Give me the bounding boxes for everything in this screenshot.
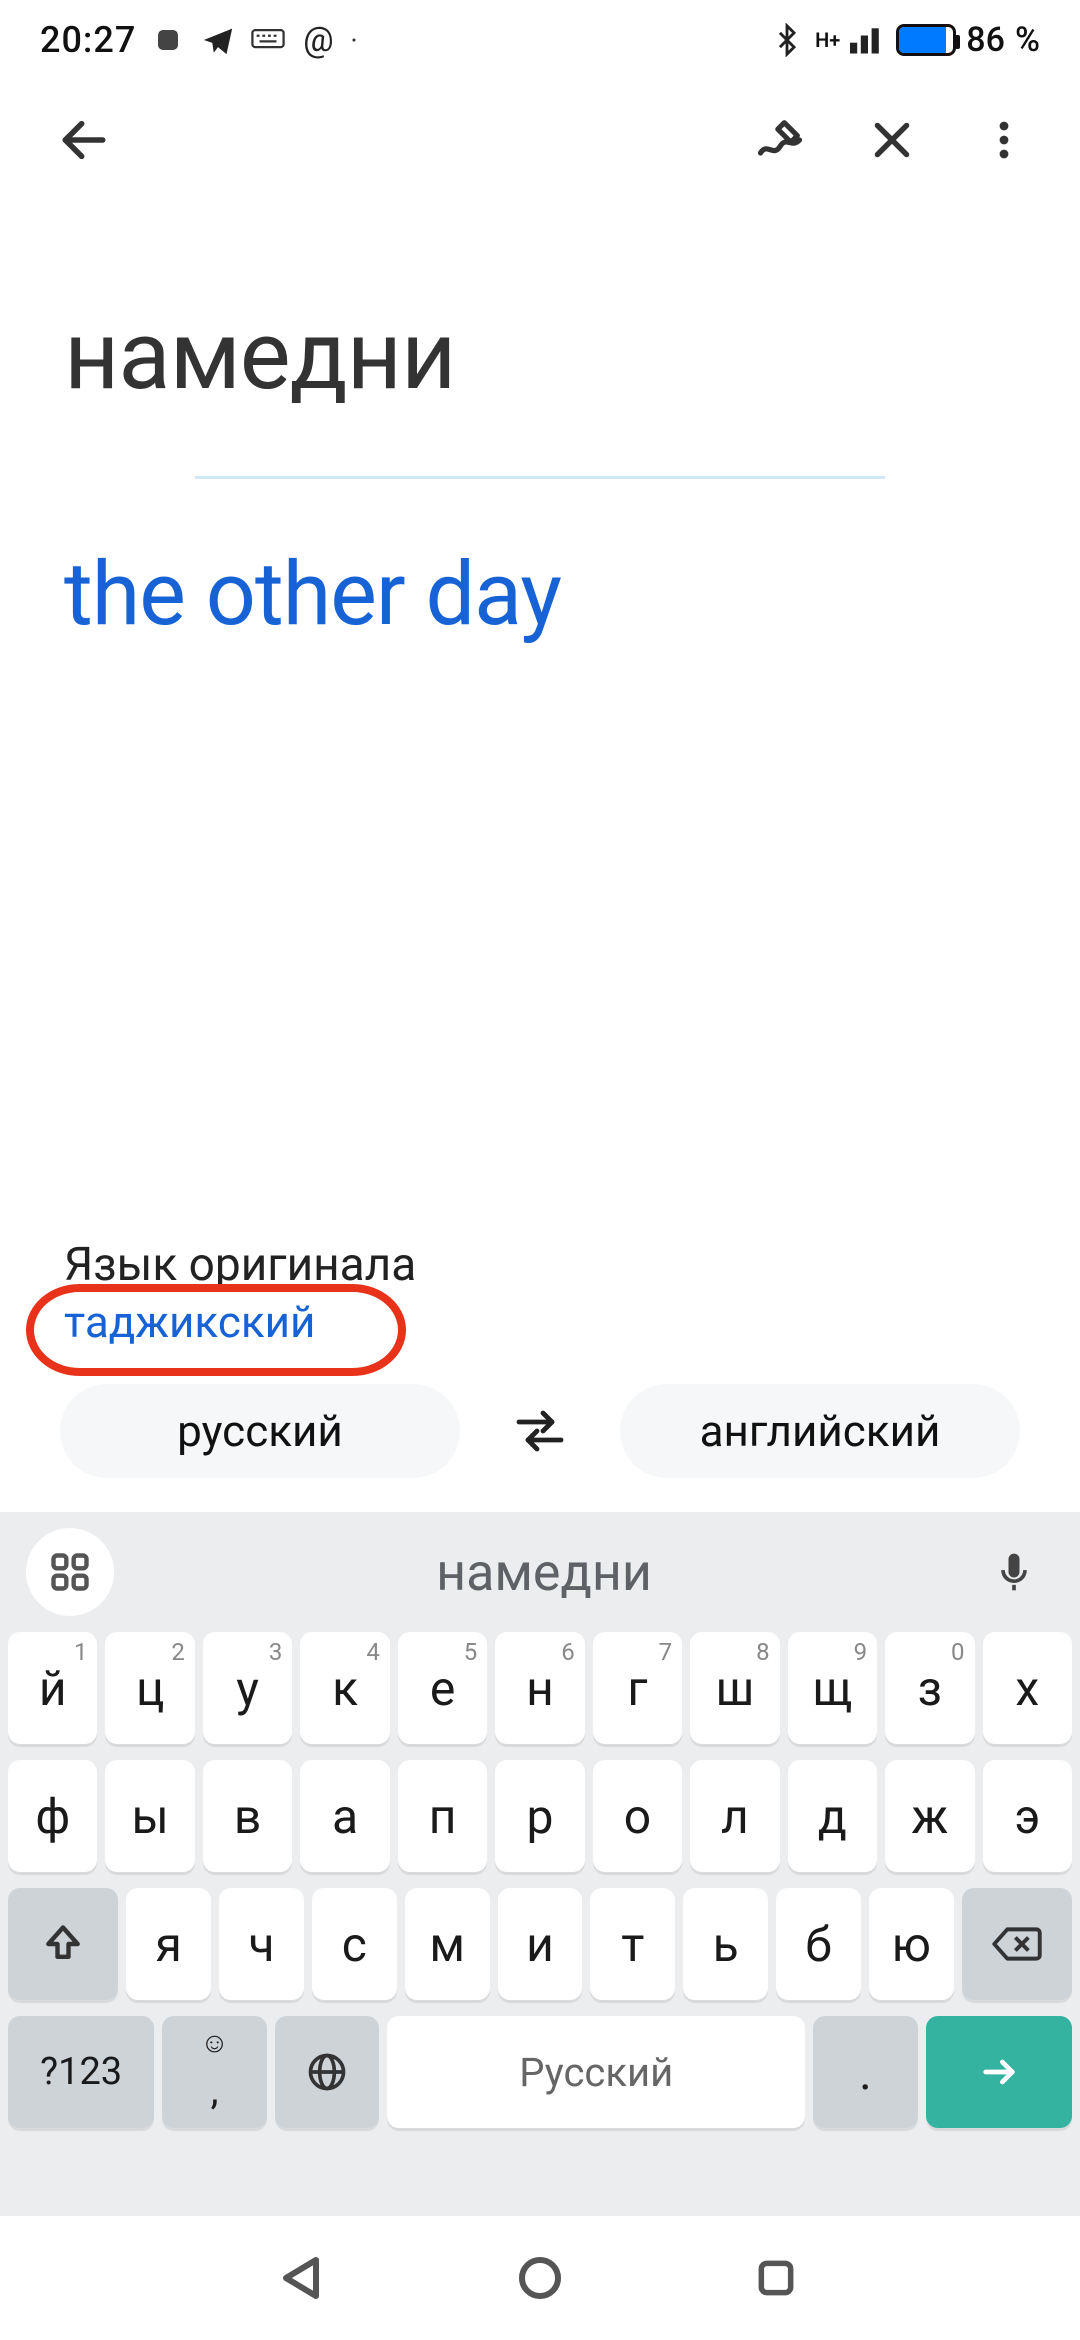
key-й[interactable]: й1 [8,1632,97,1744]
symbols-key[interactable]: ?123 [8,2016,154,2128]
detected-language-area: Язык оригинала таджикский [64,1238,416,1348]
key-а[interactable]: а [300,1760,389,1872]
keyboard-row-4: ?123 ☺ , Русский . [8,2016,1072,2128]
keyboard-apps-button[interactable] [26,1528,114,1616]
key-hint: 4 [366,1638,380,1666]
mic-button[interactable] [974,1532,1054,1612]
key-hint: 7 [659,1638,673,1666]
swap-languages-button[interactable] [500,1391,580,1471]
period-key[interactable]: . [813,2016,917,2128]
key-hint: 6 [561,1638,575,1666]
battery-percent-suffix: % [1015,20,1040,60]
key-hint: 3 [269,1638,283,1666]
keyboard-row-1: й1ц2у3к4е5н6г7ш8щ9з0х [8,1632,1072,1744]
status-bar: 20:27 @ · H+ 86% [0,0,1080,80]
key-у[interactable]: у3 [203,1632,292,1744]
status-time: 20:27 [40,19,136,61]
status-left: 20:27 @ · [40,19,358,61]
comma-label: , [211,2067,219,2114]
emoji-comma-key[interactable]: ☺ , [162,2016,266,2128]
at-icon: @ [300,22,336,58]
handwriting-button[interactable] [744,104,816,176]
app-toolbar [0,80,1080,200]
keyboard-row-3: ячсмитьбю [8,1888,1072,2000]
key-о[interactable]: о [593,1760,682,1872]
back-button[interactable] [48,104,120,176]
status-right: H+ 86% [769,20,1040,60]
key-з[interactable]: з0 [885,1632,974,1744]
key-л[interactable]: л [690,1760,779,1872]
content-divider [195,476,885,479]
key-е[interactable]: е5 [398,1632,487,1744]
telegram-icon [200,22,236,58]
enter-key[interactable] [926,2016,1072,2128]
language-selector-row: русский английский [0,1384,1080,1478]
key-и[interactable]: и [498,1888,583,2000]
signal-icon [850,22,886,58]
key-э[interactable]: э [983,1760,1072,1872]
key-ь[interactable]: ь [683,1888,768,2000]
more-button[interactable] [968,104,1040,176]
key-ч[interactable]: ч [219,1888,304,2000]
original-language-label: Язык оригинала [64,1238,416,1292]
target-language-chip[interactable]: английский [620,1384,1020,1478]
backspace-key[interactable] [962,1888,1072,2000]
key-г[interactable]: г7 [593,1632,682,1744]
key-т[interactable]: т [590,1888,675,2000]
keyboard: намедни й1ц2у3к4е5н6г7ш8щ9з0х фывапролдж… [0,1512,1080,2216]
key-hint: 8 [756,1638,770,1666]
notch-icon [150,22,186,58]
key-hint: 0 [951,1638,965,1666]
key-hint: 9 [854,1638,868,1666]
key-к[interactable]: к4 [300,1632,389,1744]
key-ы[interactable]: ы [105,1760,194,1872]
battery-icon [896,24,956,56]
nav-recents-button[interactable] [748,2250,804,2306]
nav-bar [0,2216,1080,2340]
network-type-icon: H+ [815,28,840,52]
key-ц[interactable]: ц2 [105,1632,194,1744]
key-hint: 1 [74,1638,88,1666]
key-х[interactable]: х [983,1632,1072,1744]
detected-language-link[interactable]: таджикский [64,1296,315,1348]
source-language-chip[interactable]: русский [60,1384,460,1478]
nav-back-button[interactable] [276,2250,332,2306]
suggestion-text[interactable]: намедни [114,1542,974,1603]
key-б[interactable]: б [776,1888,861,2000]
suggestion-bar: намедни [0,1512,1080,1632]
key-м[interactable]: м [405,1888,490,2000]
keyboard-notif-icon [250,22,286,58]
key-н[interactable]: н6 [495,1632,584,1744]
key-ф[interactable]: ф [8,1760,97,1872]
nav-home-button[interactable] [512,2250,568,2306]
key-ж[interactable]: ж [885,1760,974,1872]
translate-content: намедни the other day [0,200,1080,646]
keyboard-row-2: фывапролджэ [8,1760,1072,1872]
dot-icon: · [350,24,357,57]
key-щ[interactable]: щ9 [788,1632,877,1744]
key-п[interactable]: п [398,1760,487,1872]
key-р[interactable]: р [495,1760,584,1872]
shift-key[interactable] [8,1888,118,2000]
bluetooth-icon [769,22,805,58]
key-hint: 5 [464,1638,478,1666]
key-ю[interactable]: ю [869,1888,954,2000]
globe-key[interactable] [275,2016,379,2128]
key-в[interactable]: в [203,1760,292,1872]
key-hint: 2 [171,1638,185,1666]
key-ш[interactable]: ш8 [690,1632,779,1744]
key-с[interactable]: с [312,1888,397,2000]
key-д[interactable]: д [788,1760,877,1872]
battery-percent: 86 [966,20,1005,60]
clear-button[interactable] [856,104,928,176]
source-text-input[interactable]: намедни [64,300,1016,412]
key-я[interactable]: я [126,1888,211,2000]
translation-output[interactable]: the other day [64,543,1016,646]
space-key[interactable]: Русский [387,2016,805,2128]
